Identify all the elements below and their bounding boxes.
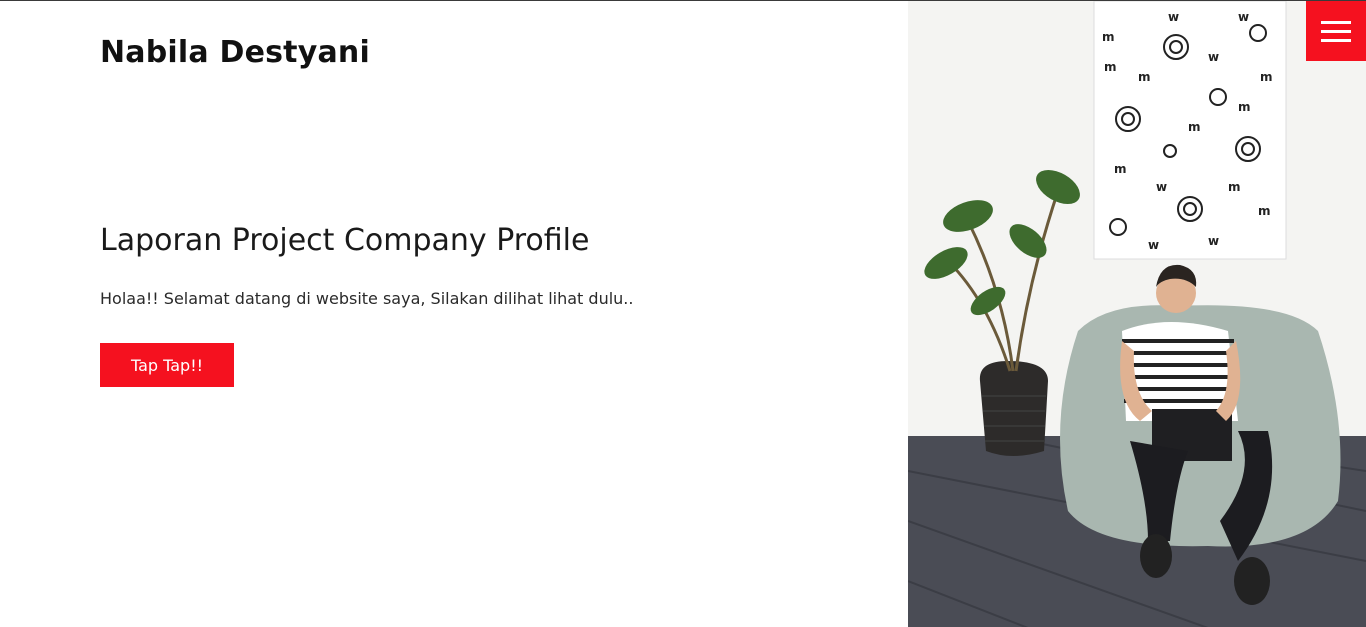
svg-text:m: m [1102,30,1115,44]
svg-text:w: w [1168,10,1179,24]
svg-text:m: m [1238,100,1251,114]
svg-text:m: m [1260,70,1273,84]
svg-text:w: w [1238,10,1249,24]
svg-text:m: m [1104,60,1117,74]
hamburger-menu-icon[interactable] [1306,1,1366,61]
svg-text:m: m [1258,204,1271,218]
svg-text:m: m [1188,120,1201,134]
svg-text:m: m [1114,162,1127,176]
menu-bar [1321,29,1351,33]
hero-subtitle: Holaa!! Selamat datang di website saya, … [100,289,634,308]
menu-bar [1321,38,1351,42]
svg-text:m: m [1138,70,1151,84]
hero-image: m m w m m w m m w w m m w w m [908,1,1366,627]
svg-text:m: m [1228,180,1241,194]
svg-text:w: w [1148,238,1159,252]
cta-button[interactable]: Tap Tap!! [100,343,234,387]
brand-logo[interactable]: Nabila Destyani [100,35,370,70]
page: Nabila Destyani Laporan Project Company … [0,0,1366,627]
hero-title: Laporan Project Company Profile [100,223,590,258]
svg-text:w: w [1208,234,1219,248]
svg-text:w: w [1156,180,1167,194]
svg-text:w: w [1208,50,1219,64]
menu-bar [1321,20,1351,24]
